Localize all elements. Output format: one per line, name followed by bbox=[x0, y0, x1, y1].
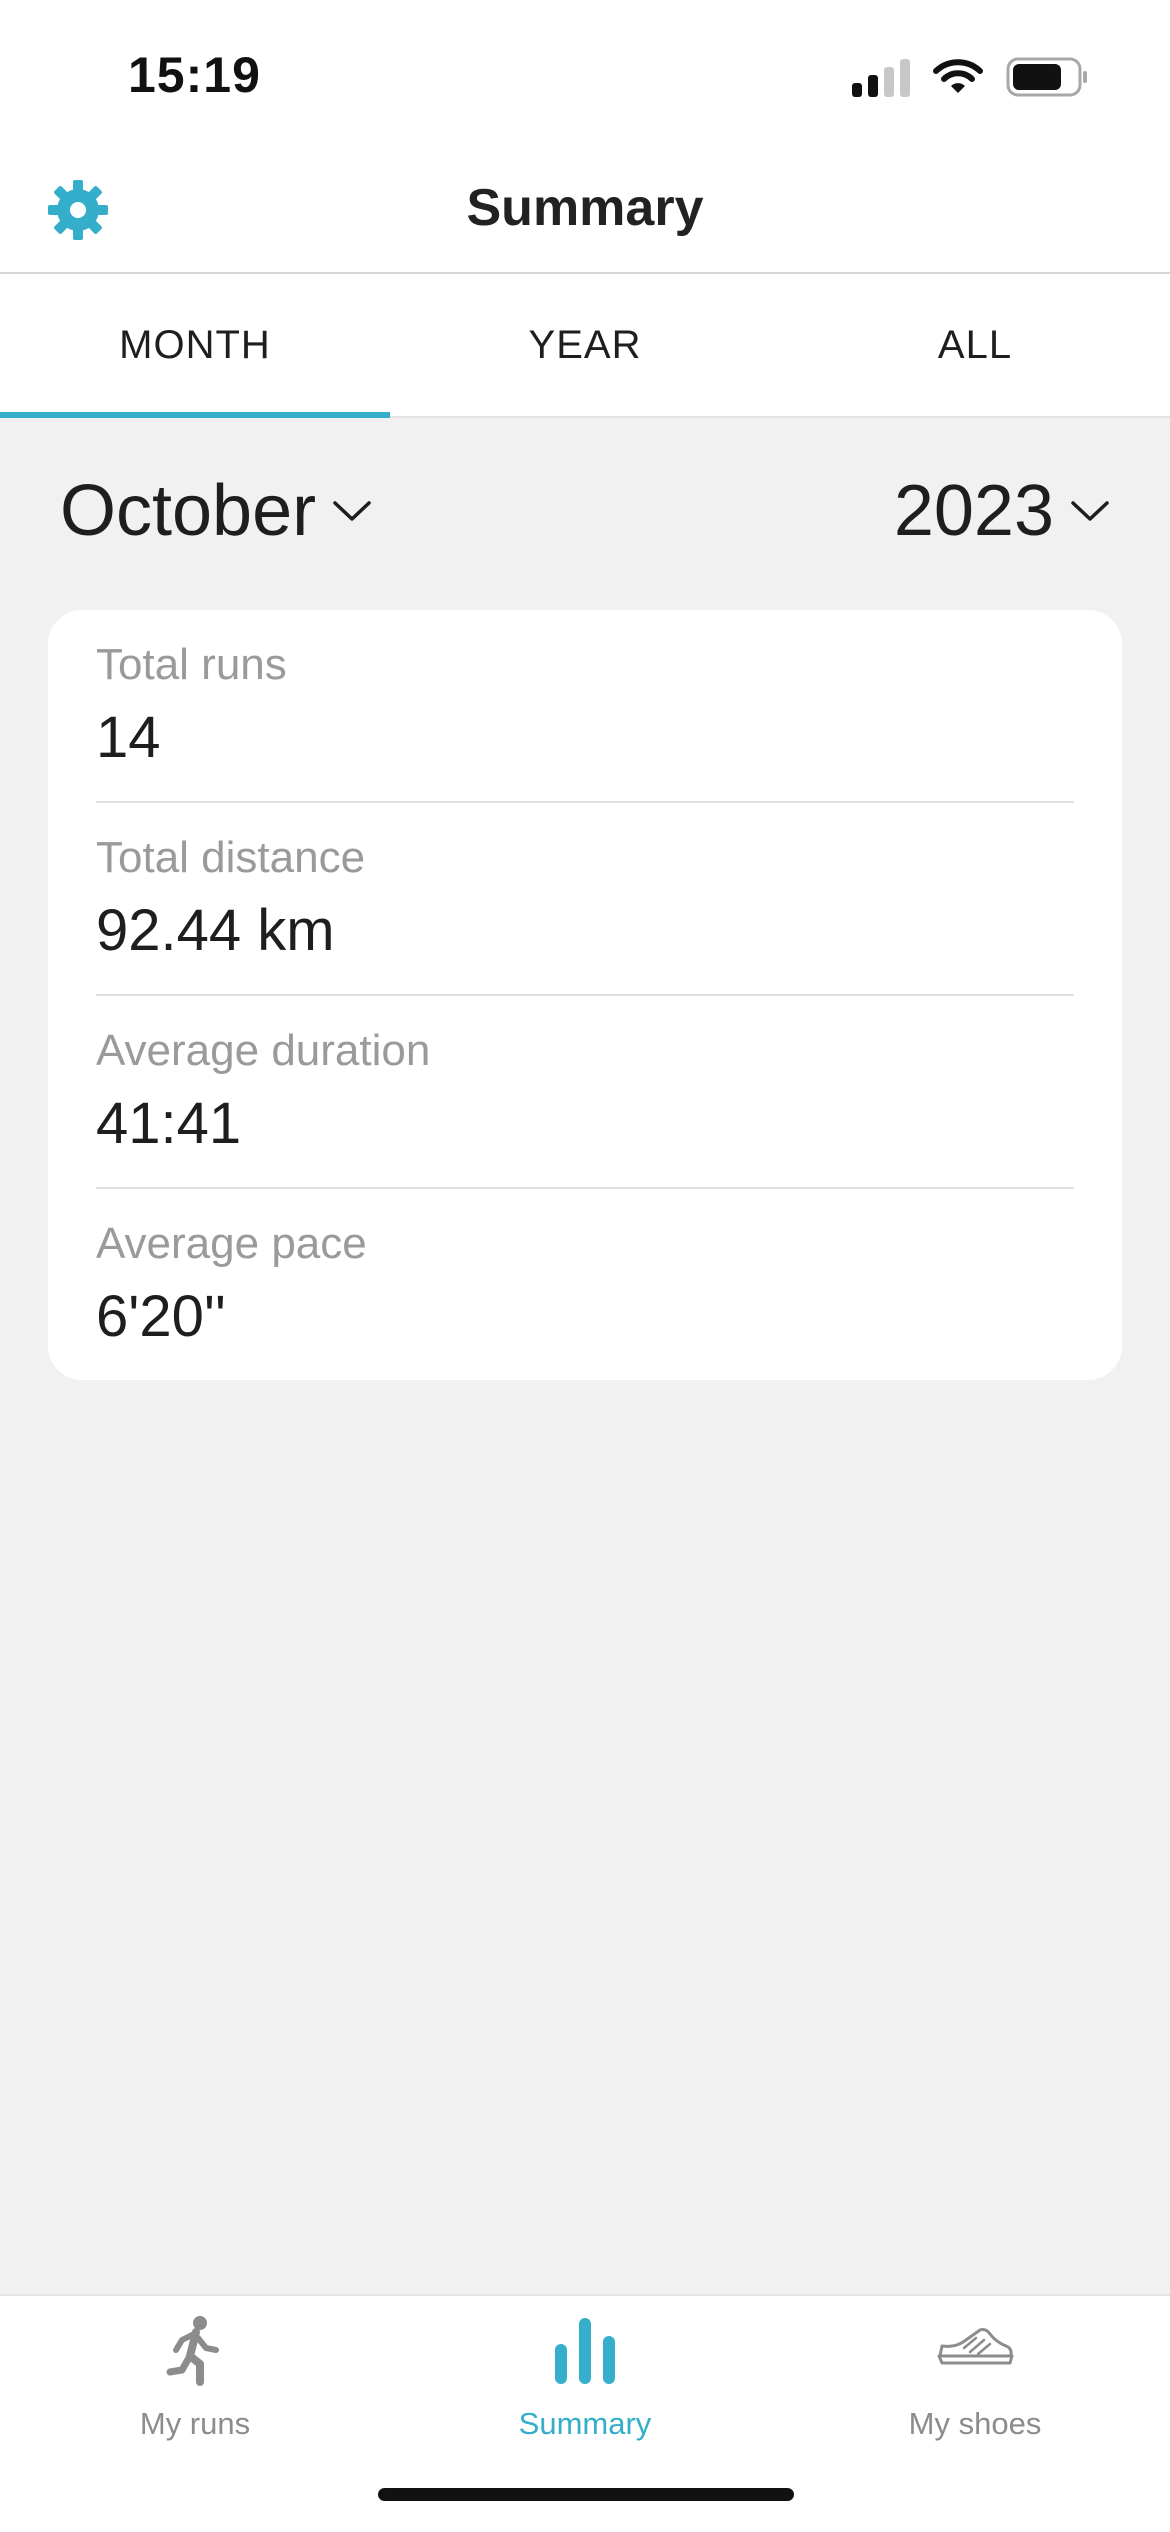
tab-bar-label: My shoes bbox=[908, 2406, 1042, 2441]
stat-value: 14 bbox=[96, 705, 161, 770]
stat-value: 6'20'' bbox=[96, 1284, 226, 1349]
tab-bar-item-my-shoes[interactable]: My shoes bbox=[780, 2296, 1170, 2466]
stat-label: Total distance bbox=[96, 833, 366, 882]
tab-all[interactable]: ALL bbox=[780, 274, 1170, 416]
year-selector[interactable]: 2023 bbox=[894, 470, 1110, 552]
status-bar: 15:19 bbox=[0, 0, 1170, 140]
tab-bar-label: My runs bbox=[139, 2406, 251, 2441]
period-tabs: MONTH YEAR ALL bbox=[0, 274, 1170, 418]
status-icons bbox=[852, 55, 1090, 99]
tab-year[interactable]: YEAR bbox=[390, 274, 780, 416]
tab-month[interactable]: MONTH bbox=[0, 274, 390, 418]
chevron-down-icon bbox=[1071, 501, 1109, 521]
month-selector-value: October bbox=[60, 471, 317, 551]
shoe-icon bbox=[936, 2326, 1014, 2373]
page-title: Summary bbox=[466, 179, 704, 237]
status-time: 15:19 bbox=[128, 47, 261, 103]
stat-total-distance: Total distance 92.44 km bbox=[96, 803, 1074, 996]
stat-average-pace: Average pace 6'20'' bbox=[96, 1189, 1074, 1382]
summary-screen: 15:19 Summary MONTH YEAR ALL October 202… bbox=[0, 0, 1170, 2532]
year-selector-value: 2023 bbox=[893, 471, 1054, 551]
chevron-down-icon bbox=[333, 501, 371, 521]
battery-icon bbox=[1006, 56, 1090, 98]
wifi-icon bbox=[932, 57, 984, 97]
home-indicator bbox=[378, 2488, 794, 2501]
period-selector-row: October 2023 bbox=[0, 470, 1170, 570]
runner-icon bbox=[160, 2314, 230, 2391]
tab-bar-label: Summary bbox=[518, 2406, 652, 2441]
summary-stats-card: Total runs 14 Total distance 92.44 km Av… bbox=[48, 610, 1122, 1380]
stat-label: Total runs bbox=[96, 640, 287, 689]
stat-label: Average duration bbox=[96, 1026, 431, 1075]
month-selector[interactable]: October bbox=[60, 470, 372, 552]
stat-value: 41:41 bbox=[96, 1091, 242, 1156]
cellular-signal-icon bbox=[852, 57, 910, 97]
stat-total-runs: Total runs 14 bbox=[96, 610, 1074, 803]
stat-average-duration: Average duration 41:41 bbox=[96, 996, 1074, 1189]
stat-value: 92.44 km bbox=[96, 898, 335, 963]
bar-chart-icon bbox=[553, 2314, 617, 2391]
tab-bar-item-summary[interactable]: Summary bbox=[390, 2296, 780, 2466]
tab-bar-item-my-runs[interactable]: My runs bbox=[0, 2296, 390, 2466]
stat-label: Average pace bbox=[96, 1219, 367, 1268]
navigation-header: Summary bbox=[0, 140, 1170, 274]
